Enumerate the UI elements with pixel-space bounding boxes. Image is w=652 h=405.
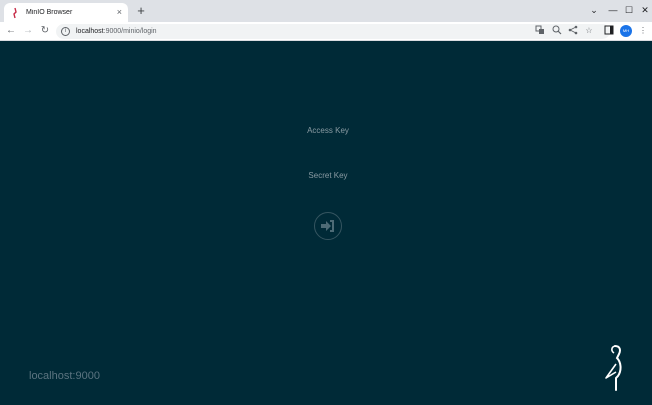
browser-tab[interactable]: MinIO Browser × bbox=[4, 3, 128, 22]
new-tab-button[interactable]: + bbox=[134, 4, 148, 18]
browser-toolbar: ← → ↻ i localhost :9000/minio/login ☆ MH… bbox=[0, 22, 652, 41]
back-button[interactable]: ← bbox=[4, 24, 18, 38]
reload-button[interactable]: ↻ bbox=[38, 24, 52, 38]
minio-favicon-icon bbox=[10, 7, 20, 19]
close-window-button[interactable]: ✕ bbox=[638, 3, 652, 17]
address-bar[interactable]: i localhost :9000/minio/login bbox=[56, 24, 610, 39]
url-path: :9000/minio/login bbox=[103, 28, 157, 35]
bookmark-star-icon[interactable]: ☆ bbox=[583, 25, 595, 37]
access-key-input[interactable]: Access Key bbox=[250, 126, 406, 135]
minimize-button[interactable]: — bbox=[606, 3, 620, 17]
side-panel-icon[interactable] bbox=[603, 25, 615, 37]
login-page: Access Key Secret Key localhost:9000 bbox=[0, 42, 652, 405]
minio-logo-icon bbox=[601, 344, 629, 392]
forward-button[interactable]: → bbox=[21, 24, 35, 38]
site-info-icon[interactable]: i bbox=[61, 27, 70, 36]
sign-in-icon bbox=[321, 220, 334, 232]
tab-search-icon[interactable]: ⌄ bbox=[587, 3, 601, 17]
share-icon[interactable] bbox=[567, 25, 579, 37]
tab-title: MinIO Browser bbox=[26, 9, 73, 16]
browser-tabstrip: MinIO Browser × + ⌄ — ☐ ✕ bbox=[0, 0, 652, 22]
tab-close-icon[interactable]: × bbox=[117, 8, 122, 17]
menu-kebab-icon[interactable]: ⋮ bbox=[637, 25, 649, 37]
profile-avatar[interactable]: MH bbox=[620, 25, 632, 37]
zoom-icon[interactable] bbox=[551, 25, 563, 37]
secret-key-input[interactable]: Secret Key bbox=[250, 171, 406, 180]
url-host: localhost bbox=[76, 28, 104, 35]
translate-icon[interactable] bbox=[534, 25, 546, 37]
server-host-label: localhost:9000 bbox=[29, 370, 100, 382]
login-button[interactable] bbox=[314, 212, 342, 240]
maximize-button[interactable]: ☐ bbox=[622, 3, 636, 17]
